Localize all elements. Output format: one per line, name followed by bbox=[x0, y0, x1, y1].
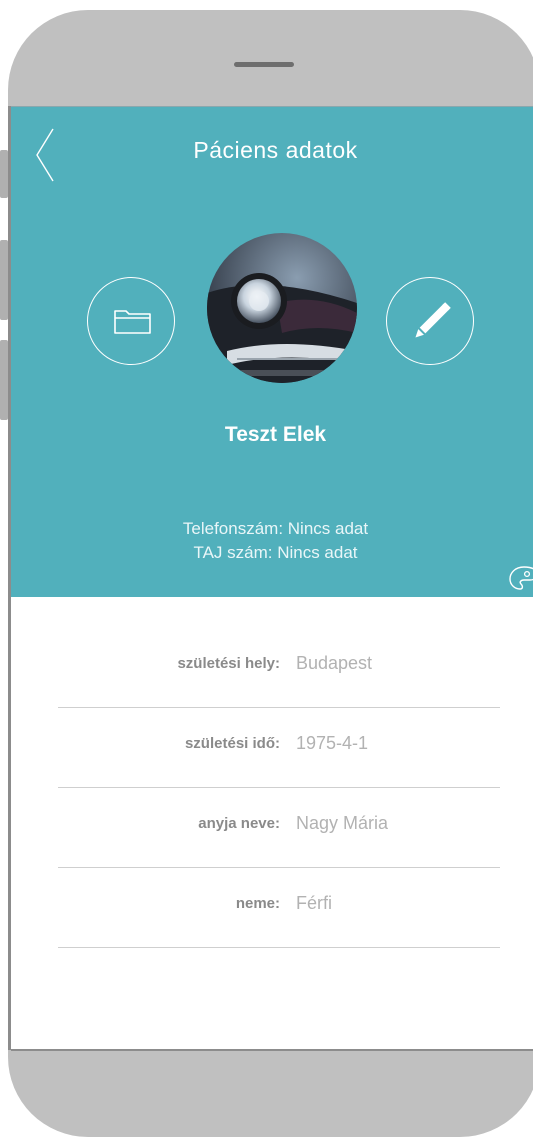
phone-number-text: Telefonszám: Nincs adat bbox=[182, 519, 369, 538]
edit-button[interactable] bbox=[386, 277, 474, 365]
detail-label: anyja neve: bbox=[198, 815, 280, 832]
folder-icon bbox=[114, 310, 151, 334]
car-photo-avatar bbox=[207, 233, 357, 383]
page-title: Páciens adatok bbox=[193, 137, 358, 163]
detail-row-birthdate: születési idő: 1975-4-1 bbox=[11, 707, 533, 788]
detail-value: Férfi bbox=[296, 893, 332, 913]
detail-value: 1975-4-1 bbox=[296, 733, 369, 753]
patient-avatar bbox=[207, 233, 357, 383]
detail-label: neme: bbox=[235, 895, 280, 912]
app-screen: Páciens adatok Teszt Elek Telefonszám: N… bbox=[11, 106, 533, 1051]
detail-row-birthplace: születési hely: Budapest bbox=[11, 627, 533, 708]
palette-button[interactable] bbox=[508, 563, 533, 593]
detail-label: születési idő: bbox=[184, 735, 280, 752]
palette-icon bbox=[509, 566, 533, 590]
taj-number-text: TAJ szám: Nincs adat bbox=[193, 543, 358, 562]
phone-side-button bbox=[0, 240, 8, 320]
row-divider bbox=[58, 947, 500, 948]
patient-name: Teszt Elek bbox=[224, 423, 327, 446]
phone-side-button bbox=[0, 150, 8, 198]
screen-bottom-edge bbox=[11, 1049, 533, 1051]
detail-label: születési hely: bbox=[177, 655, 280, 672]
phone-frame: Páciens adatok Teszt Elek Telefonszám: N… bbox=[8, 10, 533, 1137]
page: Páciens adatok Teszt Elek Telefonszám: N… bbox=[0, 0, 533, 1137]
phone-side-button bbox=[0, 340, 8, 420]
detail-row-mother-name: anyja neve: Nagy Mária bbox=[11, 787, 533, 868]
phone-speaker bbox=[234, 62, 294, 67]
patient-header: Páciens adatok Teszt Elek Telefonszám: N… bbox=[11, 107, 533, 597]
pencil-icon bbox=[415, 302, 451, 338]
detail-value: Nagy Mária bbox=[296, 813, 389, 833]
folder-button[interactable] bbox=[87, 277, 175, 365]
detail-value: Budapest bbox=[296, 653, 373, 673]
detail-row-gender: neme: Férfi bbox=[11, 867, 533, 948]
